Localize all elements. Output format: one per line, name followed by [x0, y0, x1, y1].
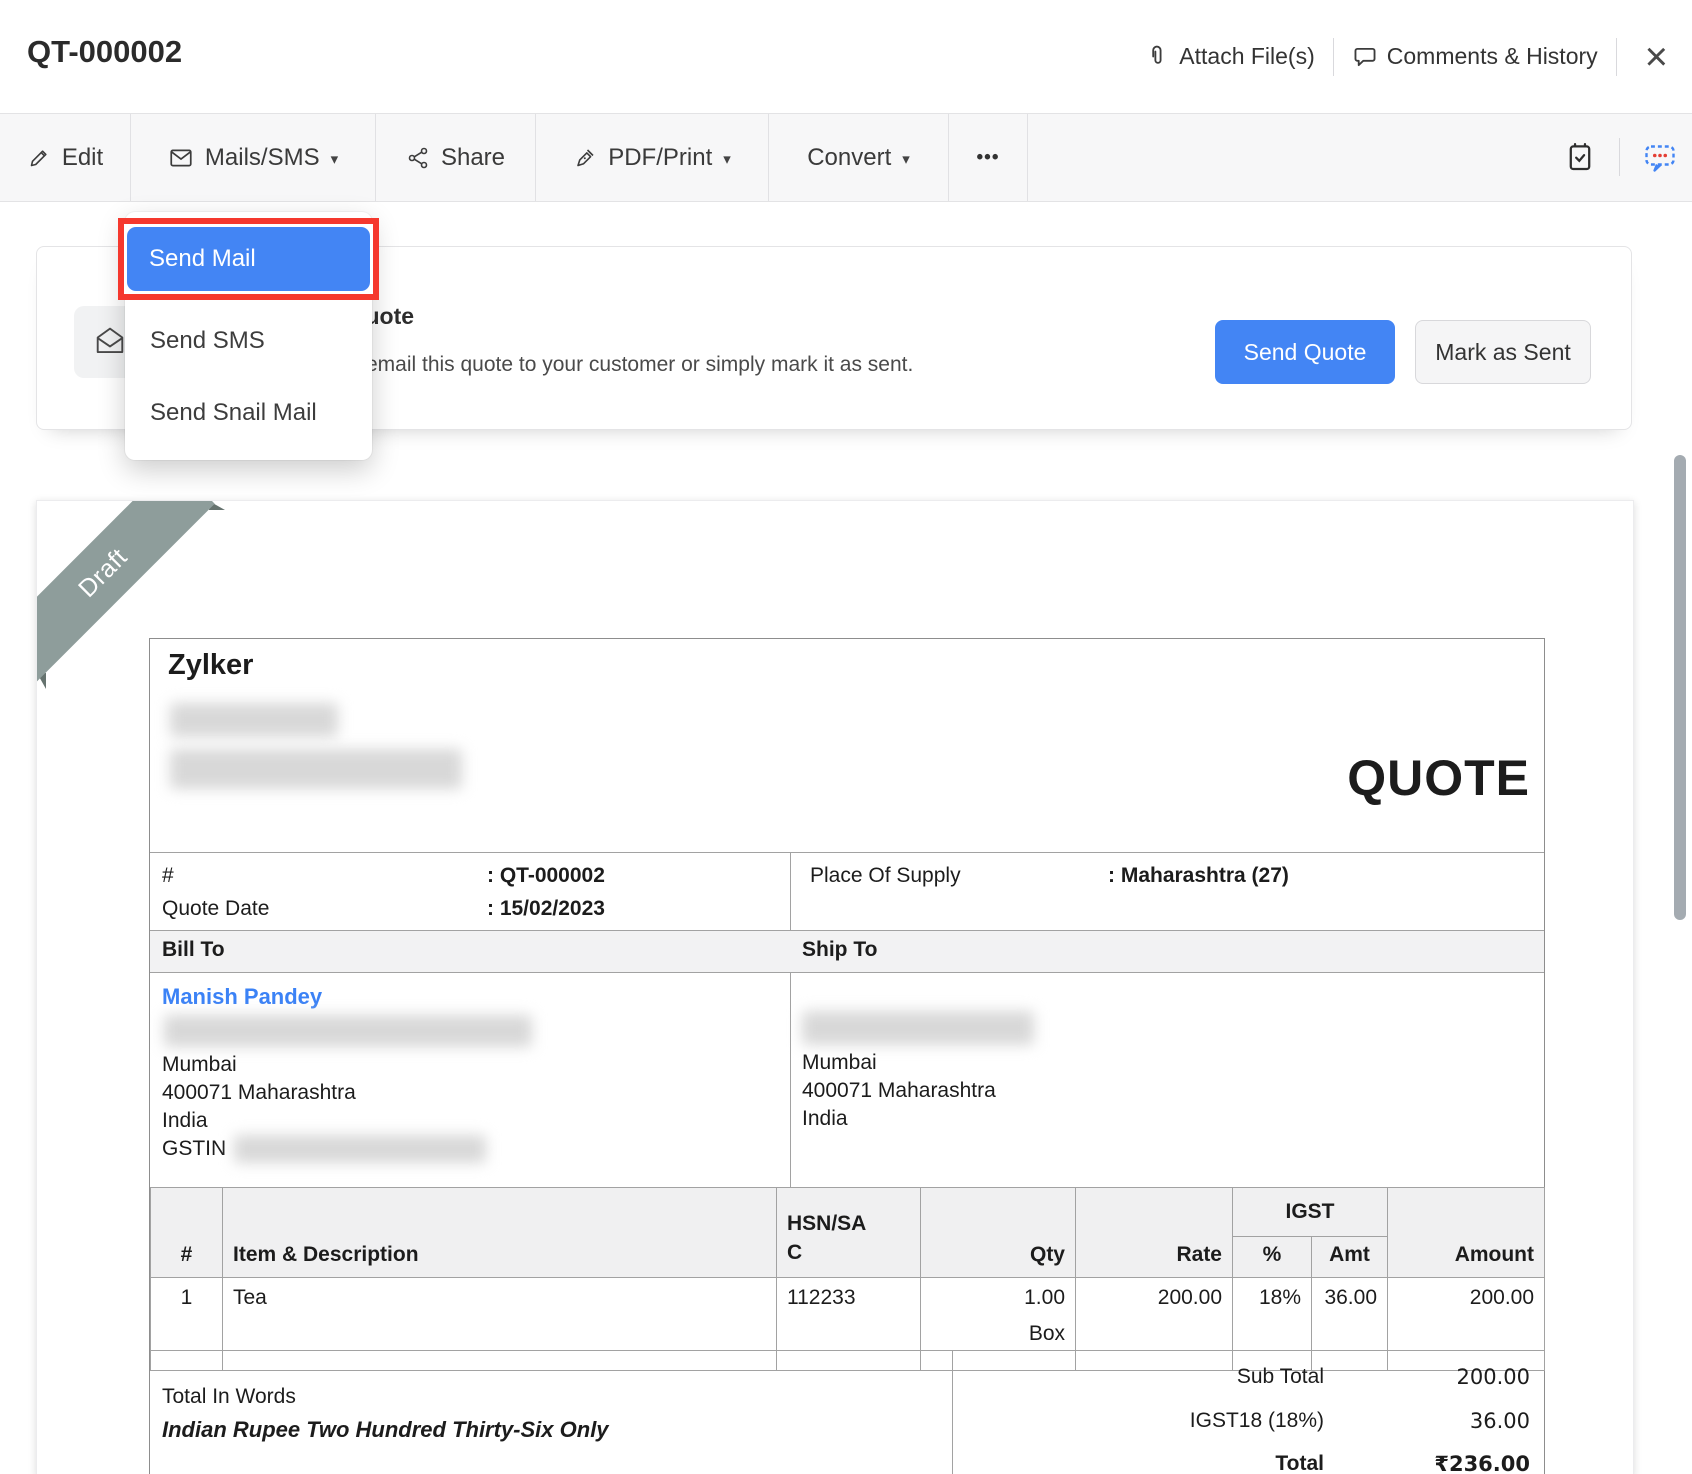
mails-sms-button[interactable]: Mails/SMS ▾ [131, 114, 376, 201]
send-sms-menu-item[interactable]: Send SMS [125, 310, 372, 372]
pen-pdf-icon [573, 146, 597, 170]
quote-document: Zylker QUOTE # : QT-000002 Quote Date : … [149, 638, 1545, 1474]
convert-label: Convert [807, 144, 891, 172]
col-igst-amt: Amt [1312, 1237, 1388, 1278]
col-qty: Qty [921, 1188, 1076, 1278]
bill-to-label: Bill To [162, 938, 225, 962]
feedback-chat-button[interactable] [1642, 139, 1678, 175]
convert-button[interactable]: Convert ▾ [769, 114, 949, 201]
chevron-down-icon: ▾ [902, 150, 910, 168]
header-divider [1333, 38, 1334, 76]
bill-zip-state: 400071 Maharashtra [162, 1081, 356, 1105]
chevron-down-icon: ▾ [723, 150, 731, 168]
ellipsis-icon: ••• [977, 147, 1000, 169]
place-of-supply-label: Place Of Supply [810, 864, 961, 888]
col-igst-pct: % [1233, 1237, 1312, 1278]
quote-date-value: : 15/02/2023 [487, 897, 605, 921]
more-actions-button[interactable]: ••• [949, 114, 1028, 201]
quote-number-value: : QT-000002 [487, 864, 605, 888]
mark-as-sent-button[interactable]: Mark as Sent [1415, 320, 1591, 384]
paperclip-icon [1144, 44, 1170, 70]
company-name: Zylker [168, 649, 253, 682]
totals-section: Total In Words Indian Rupee Two Hundred … [150, 1350, 1544, 1474]
quote-number-label: # [162, 864, 174, 888]
toolbar-right [1563, 113, 1678, 200]
subtotal-row: Sub Total 200.00 [952, 1365, 1544, 1389]
attach-files-button[interactable]: Attach File(s) [1144, 43, 1314, 70]
total-label: Total [952, 1452, 1324, 1474]
redacted-bill-address [164, 1015, 532, 1047]
share-button[interactable]: Share [376, 114, 536, 201]
ship-country: India [802, 1107, 848, 1131]
place-of-supply-value: : Maharashtra (27) [1108, 864, 1289, 888]
comments-history-button[interactable]: Comments & History [1352, 43, 1598, 70]
col-hsn-sac: HSN/SAC [777, 1188, 921, 1278]
banner-subtitle: You can email this quote to your custome… [285, 353, 913, 377]
redacted-address-line [170, 749, 462, 789]
subtotal-label: Sub Total [952, 1365, 1324, 1389]
quote-detail-page: QT-000002 Attach File(s) Comments & Hist… [0, 0, 1692, 1474]
comments-history-label: Comments & History [1387, 43, 1598, 70]
attach-files-label: Attach File(s) [1179, 43, 1314, 70]
pdf-print-label: PDF/Print [608, 144, 712, 172]
draft-ribbon-label: Draft [73, 543, 134, 604]
quote-date-label: Quote Date [162, 897, 269, 921]
items-table: # Item & Description HSN/SAC Qty Rate IG… [150, 1187, 1545, 1371]
redacted-ship-address [802, 1011, 1034, 1045]
igst-row: IGST18 (18%) 36.00 [952, 1409, 1544, 1433]
item-qty-unit: Box [931, 1322, 1065, 1346]
comment-bubble-icon [1352, 44, 1378, 70]
toolbar: Edit Mails/SMS ▾ Share PDF/Print ▾ Conve… [0, 113, 1692, 202]
send-quote-button[interactable]: Send Quote [1215, 320, 1395, 384]
meta-column-divider [790, 852, 791, 1187]
ship-zip-state: 400071 Maharashtra [802, 1079, 996, 1103]
header-actions: Attach File(s) Comments & History × [1144, 0, 1678, 113]
annotation-highlight-box: Send Mail [118, 218, 379, 300]
igst-value: 36.00 [1324, 1409, 1544, 1433]
total-in-words-label: Total In Words [162, 1385, 296, 1409]
clipboard-check-button[interactable] [1563, 140, 1597, 174]
edit-label: Edit [62, 144, 103, 172]
meta-divider [150, 852, 1544, 853]
col-rate: Rate [1076, 1188, 1233, 1278]
ship-city: Mumbai [802, 1051, 877, 1075]
col-igst-group: IGST [1233, 1188, 1388, 1237]
edit-button[interactable]: Edit [0, 114, 131, 201]
col-amount: Amount [1388, 1188, 1545, 1278]
quote-preview-paper: Draft Zylker QUOTE # : QT-000002 Quote D… [36, 500, 1634, 1474]
share-label: Share [441, 144, 505, 172]
total-row: Total ₹236.00 [952, 1452, 1544, 1474]
vertical-scrollbar-thumb[interactable] [1674, 455, 1686, 920]
mails-sms-label: Mails/SMS [205, 144, 320, 172]
header-divider [1616, 38, 1617, 76]
redacted-gstin [234, 1135, 486, 1163]
mails-sms-dropdown: Send Mail Send SMS Send Snail Mail [125, 212, 372, 460]
col-item-description: Item & Description [223, 1188, 777, 1278]
close-button[interactable]: × [1635, 37, 1678, 77]
pencil-icon [27, 146, 51, 170]
ship-to-label: Ship To [802, 938, 877, 962]
document-type-label: QUOTE [1347, 749, 1530, 807]
send-snail-mail-menu-item[interactable]: Send Snail Mail [125, 382, 372, 444]
igst-label: IGST18 (18%) [952, 1409, 1324, 1433]
bill-city: Mumbai [162, 1053, 237, 1077]
pdf-print-button[interactable]: PDF/Print ▾ [536, 114, 769, 201]
bill-gstin-label: GSTIN [162, 1137, 226, 1161]
chevron-down-icon: ▾ [331, 150, 339, 168]
col-sno: # [151, 1188, 223, 1278]
customer-name-link[interactable]: Manish Pandey [162, 984, 322, 1010]
page-title: QT-000002 [27, 34, 182, 70]
redacted-address-line [170, 703, 338, 737]
total-value: ₹236.00 [1324, 1452, 1544, 1474]
send-mail-menu-item[interactable]: Send Mail [127, 227, 370, 291]
toolbar-divider [1619, 138, 1620, 176]
subtotal-value: 200.00 [1324, 1365, 1544, 1389]
share-icon [406, 146, 430, 170]
envelope-icon [168, 145, 194, 171]
total-in-words-value: Indian Rupee Two Hundred Thirty-Six Only [162, 1417, 609, 1443]
bill-country: India [162, 1109, 208, 1133]
